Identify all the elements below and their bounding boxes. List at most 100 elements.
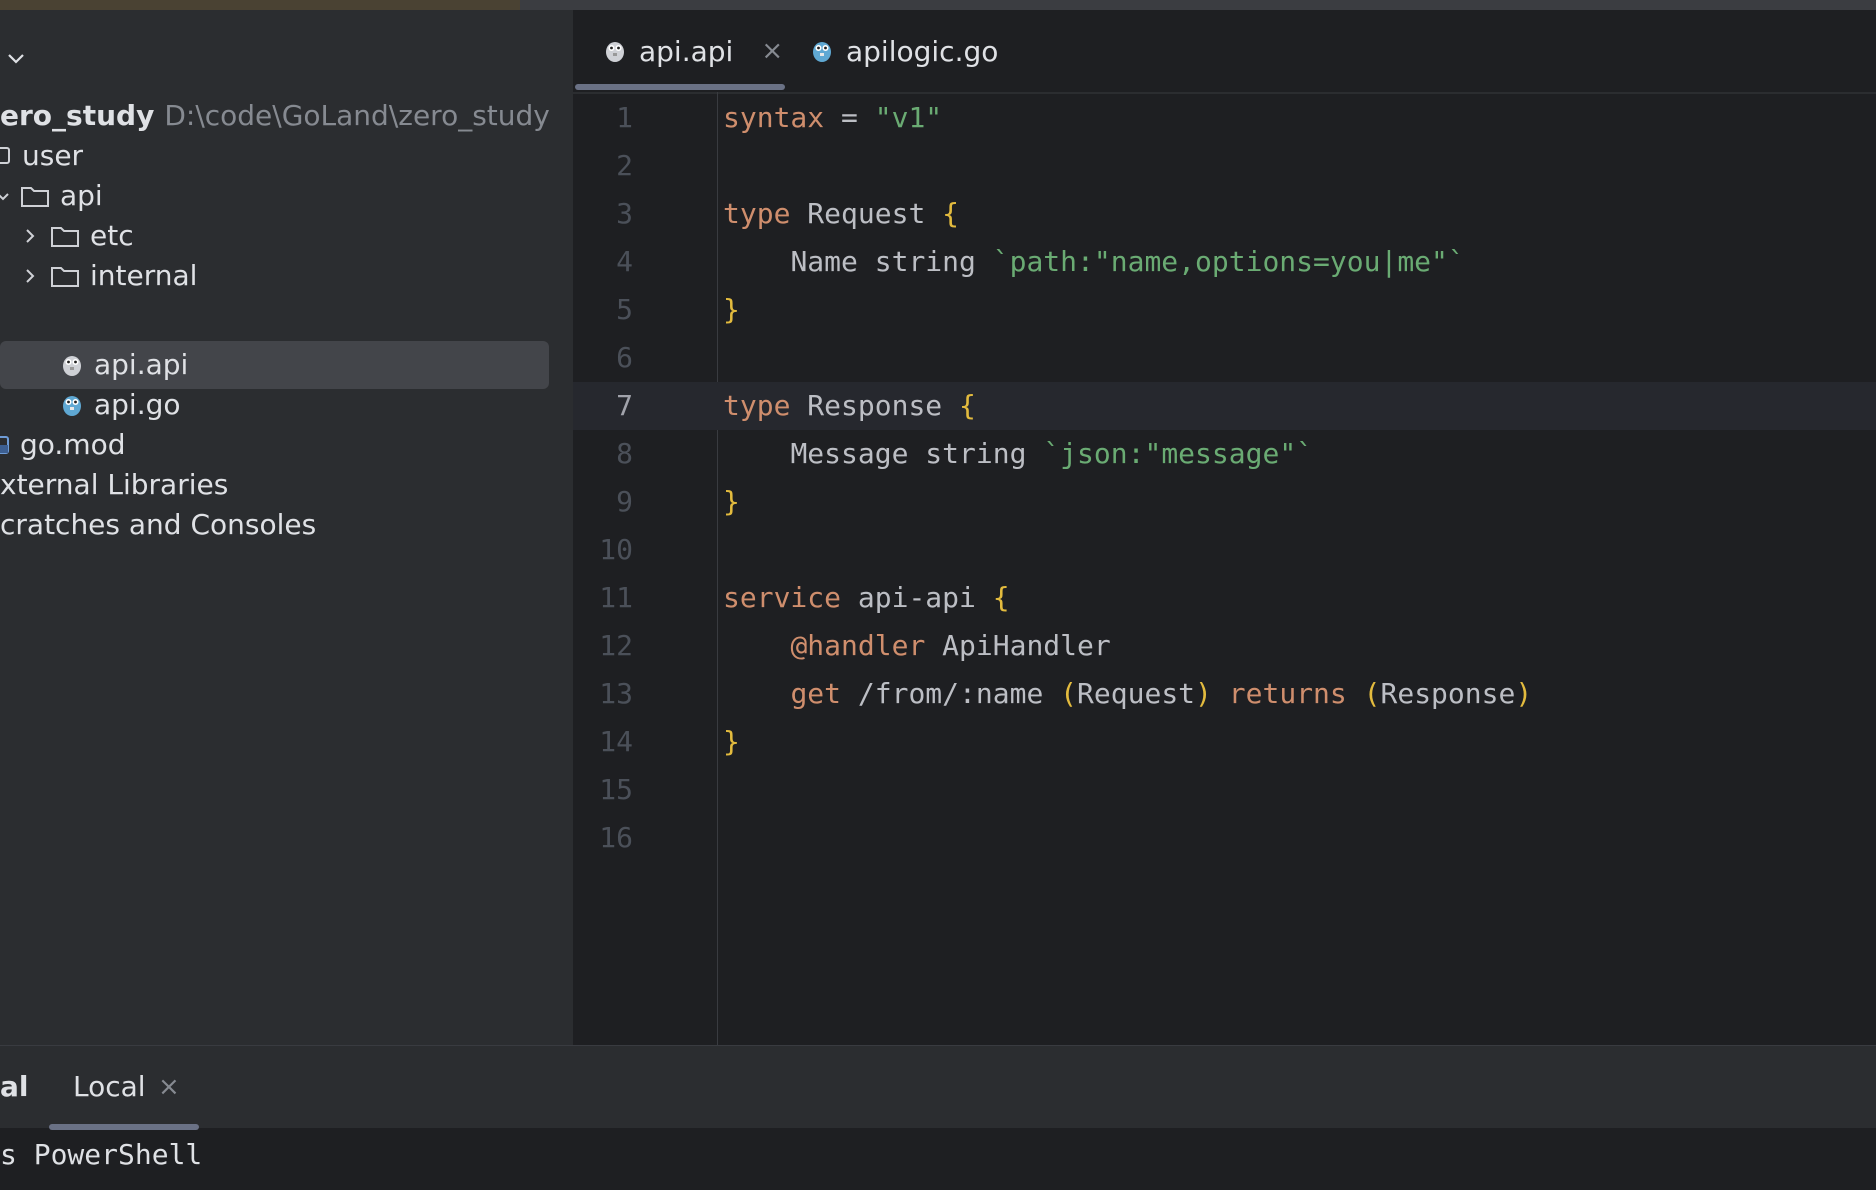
code-line[interactable]: 11 service api-api { bbox=[573, 574, 1876, 622]
tree-item-label: internal bbox=[90, 259, 198, 292]
brace: } bbox=[723, 725, 740, 758]
code-text: @handler ApiHandler bbox=[723, 622, 1111, 670]
chevron-right-icon[interactable] bbox=[22, 226, 40, 246]
chevron-down-icon[interactable] bbox=[0, 186, 10, 206]
line-number: 13 bbox=[599, 677, 633, 710]
code-text: } bbox=[723, 286, 740, 334]
line-number: 11 bbox=[599, 581, 633, 614]
line-number: 12 bbox=[599, 629, 633, 662]
code-text: type Request { bbox=[723, 190, 959, 238]
folder-icon bbox=[51, 227, 79, 247]
chevron-down-icon[interactable] bbox=[6, 48, 26, 68]
identifier: Response bbox=[1380, 677, 1516, 710]
module-icon bbox=[0, 147, 10, 164]
struct-tag: `json:"message"` bbox=[1043, 437, 1314, 470]
code-line[interactable]: 9 } bbox=[573, 478, 1876, 526]
tree-item-scratches-and-consoles[interactable]: cratches and Consoles bbox=[0, 501, 573, 549]
code-text: type Response { bbox=[723, 382, 976, 430]
brace: } bbox=[723, 485, 740, 518]
terminal-title: al bbox=[0, 1070, 29, 1103]
paren: ) bbox=[1195, 677, 1212, 710]
close-icon[interactable]: × bbox=[158, 1046, 180, 1128]
code-line[interactable]: 12 @handler ApiHandler bbox=[573, 622, 1876, 670]
tree-item-internal-folder[interactable]: internal bbox=[0, 252, 573, 300]
code-line[interactable]: 4 Name string `path:"name,options=you|me… bbox=[573, 238, 1876, 286]
route-path: /from/:name bbox=[841, 677, 1061, 710]
editor-tab-bar: api.api × apilogic.go bbox=[573, 10, 1876, 94]
top-strip-accent bbox=[0, 0, 520, 10]
keyword: type bbox=[723, 197, 791, 230]
line-number: 5 bbox=[616, 293, 633, 326]
field-decl: Message string bbox=[790, 437, 1044, 470]
tab-label: api.api bbox=[639, 34, 734, 68]
brace: { bbox=[942, 197, 960, 230]
struct-tag: `path:"name,options=you|me"` bbox=[992, 245, 1465, 278]
keyword: syntax bbox=[723, 101, 825, 134]
paren: ( bbox=[1060, 677, 1078, 710]
code-line[interactable]: 15 bbox=[573, 766, 1876, 814]
brace: { bbox=[992, 581, 1010, 614]
code-line[interactable]: 2 bbox=[573, 142, 1876, 190]
code-editor: api.api × apilogic.go 1 syntax = "v1" 2 … bbox=[573, 10, 1876, 1045]
active-tab-indicator bbox=[575, 84, 785, 90]
code-line[interactable]: 16 bbox=[573, 814, 1876, 862]
terminal-panel: al Local × s PowerShell bbox=[0, 1045, 1876, 1190]
identifier: Request bbox=[1077, 677, 1196, 710]
terminal-output[interactable]: s PowerShell bbox=[0, 1138, 202, 1171]
keyword: type bbox=[723, 389, 791, 422]
line-number: 1 bbox=[616, 101, 633, 134]
code-line[interactable]: 14 } bbox=[573, 718, 1876, 766]
code-line[interactable]: 6 bbox=[573, 334, 1876, 382]
identifier: Request bbox=[790, 197, 943, 230]
code-line[interactable]: 8 Message string `json:"message"` bbox=[573, 430, 1876, 478]
tab-local-terminal[interactable]: Local bbox=[73, 1046, 146, 1128]
line-number: 14 bbox=[599, 725, 633, 758]
close-icon[interactable]: × bbox=[761, 36, 783, 66]
current-code-line[interactable]: 7 type Response { bbox=[573, 382, 1876, 430]
tab-apilogic-go[interactable]: apilogic.go bbox=[810, 10, 998, 92]
gopher-api-icon bbox=[63, 356, 81, 376]
gopher-go-icon bbox=[813, 42, 831, 62]
gopher-api-icon bbox=[606, 42, 624, 62]
code-text: } bbox=[723, 718, 740, 766]
string-literal: "v1" bbox=[874, 101, 943, 134]
keyword: service bbox=[723, 581, 842, 614]
active-tab-indicator bbox=[49, 1124, 199, 1130]
window-top-strip bbox=[0, 0, 1876, 10]
terminal-tab-bar: al Local × bbox=[0, 1046, 1876, 1130]
code-line[interactable]: 5 } bbox=[573, 286, 1876, 334]
code-line[interactable]: 1 syntax = "v1" bbox=[573, 94, 1876, 142]
code-line[interactable]: 3 type Request { bbox=[573, 190, 1876, 238]
operator: = bbox=[824, 101, 875, 134]
keyword: returns bbox=[1211, 677, 1364, 710]
line-number: 4 bbox=[616, 245, 633, 278]
brace: } bbox=[723, 293, 740, 326]
line-number: 3 bbox=[616, 197, 633, 230]
paren: ( bbox=[1363, 677, 1381, 710]
line-number: 6 bbox=[616, 341, 633, 374]
line-number: 2 bbox=[616, 149, 633, 182]
line-number: 10 bbox=[599, 533, 633, 566]
identifier: Response bbox=[790, 389, 960, 422]
code-text: } bbox=[723, 478, 740, 526]
code-text: Name string `path:"name,options=you|me"` bbox=[723, 238, 1465, 286]
chevron-right-icon[interactable] bbox=[22, 266, 40, 286]
code-line[interactable]: 13 get /from/:name (Request) returns (Re… bbox=[573, 670, 1876, 718]
code-text: get /from/:name (Request) returns (Respo… bbox=[723, 670, 1532, 718]
gopher-go-icon bbox=[63, 396, 81, 416]
paren: ) bbox=[1515, 677, 1533, 710]
go-mod-icon bbox=[0, 436, 9, 454]
line-number: 15 bbox=[599, 773, 633, 806]
code-line[interactable]: 10 bbox=[573, 526, 1876, 574]
tab-api-api[interactable]: api.api × bbox=[603, 10, 783, 92]
tab-label: apilogic.go bbox=[846, 34, 999, 68]
brace: { bbox=[959, 389, 976, 422]
identifier: ApiHandler bbox=[925, 629, 1111, 662]
folder-icon bbox=[21, 187, 49, 207]
folder-icon bbox=[51, 267, 79, 287]
code-text: syntax = "v1" bbox=[723, 94, 942, 142]
tree-item-label: cratches and Consoles bbox=[0, 508, 317, 541]
